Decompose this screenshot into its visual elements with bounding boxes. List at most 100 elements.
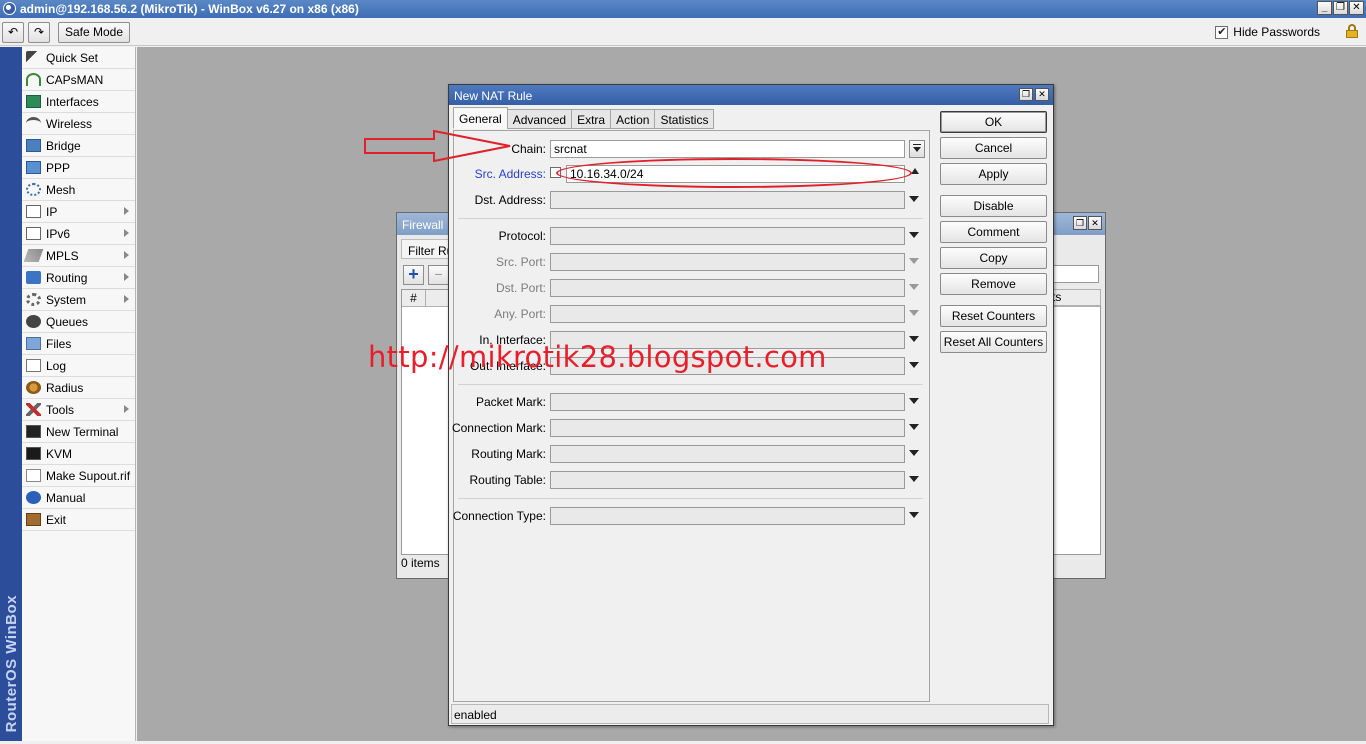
in-interface-dropdown[interactable]	[909, 336, 919, 342]
blog-watermark: http://mikrotik28.blogspot.com	[368, 340, 827, 374]
sidebar-item-label: CAPsMAN	[46, 72, 104, 87]
sidebar-item-wireless[interactable]: Wireless	[22, 113, 135, 135]
sidebar-item-label: KVM	[46, 446, 73, 461]
dst-address-field[interactable]	[550, 191, 905, 209]
routing-table-dropdown[interactable]	[909, 476, 919, 482]
chain-dropdown-button[interactable]	[909, 140, 925, 158]
connection-mark-field[interactable]	[550, 419, 905, 437]
close-button[interactable]: ✕	[1349, 1, 1364, 15]
protocol-dropdown[interactable]	[909, 232, 919, 238]
dst-port-field	[550, 279, 905, 297]
nat-close-button[interactable]: ✕	[1035, 88, 1049, 101]
sidebar-item-label: System	[46, 292, 87, 307]
tab-general[interactable]: General	[453, 107, 508, 129]
maximize-button[interactable]: ❐	[1333, 1, 1348, 15]
separator	[458, 218, 923, 219]
sidebar-item-system[interactable]: System	[22, 289, 135, 311]
monitor-icon	[26, 447, 41, 460]
separator	[458, 498, 923, 499]
sidebar-item-radius[interactable]: Radius	[22, 377, 135, 399]
firewall-maximize-button[interactable]: ❐	[1073, 216, 1087, 230]
undo-button[interactable]: ↶	[2, 22, 24, 43]
apply-button[interactable]: Apply	[940, 163, 1047, 185]
nat-window-controls: ❐ ✕	[1019, 88, 1049, 101]
sidebar-item-manual[interactable]: Manual	[22, 487, 135, 509]
sidebar-item-exit[interactable]: Exit	[22, 509, 135, 531]
sidebar-item-ipv6[interactable]: IPv6	[22, 223, 135, 245]
nat-status-bar: enabled	[451, 704, 1049, 724]
wifi-icon	[26, 117, 41, 130]
connection-type-dropdown[interactable]	[909, 512, 919, 518]
sidebar-item-quick-set[interactable]: Quick Set	[22, 47, 135, 69]
sidebar-item-capsman[interactable]: CAPsMAN	[22, 69, 135, 91]
sidebar-item-label: Interfaces	[46, 94, 99, 109]
connection-type-field[interactable]	[550, 507, 905, 525]
submenu-arrow-icon	[124, 295, 129, 303]
packet-mark-field[interactable]	[550, 393, 905, 411]
separator	[458, 384, 923, 385]
comment-button[interactable]: Comment	[940, 221, 1047, 243]
tab-action[interactable]: Action	[610, 109, 656, 129]
sidebar-item-label: Bridge	[46, 138, 81, 153]
reset-all-counters-button[interactable]: Reset All Counters	[940, 331, 1047, 353]
tab-statistics[interactable]: Statistics	[654, 109, 715, 129]
protocol-field[interactable]	[550, 227, 905, 245]
sidebar-item-ppp[interactable]: PPP	[22, 157, 135, 179]
out-interface-dropdown[interactable]	[909, 362, 919, 368]
src-address-collapse-arrow[interactable]	[911, 168, 919, 174]
minimize-button[interactable]: _	[1317, 1, 1332, 15]
protocol-label: Protocol:	[498, 229, 546, 243]
sidebar-item-bridge[interactable]: Bridge	[22, 135, 135, 157]
add-rule-button[interactable]: +	[403, 265, 424, 285]
submenu-arrow-icon	[124, 405, 129, 413]
column-right-header[interactable]: ts	[1049, 289, 1101, 306]
connection-mark-row: Connection Mark:	[452, 419, 931, 437]
sidebar-item-mesh[interactable]: Mesh	[22, 179, 135, 201]
sidebar-item-log[interactable]: Log	[22, 355, 135, 377]
sidebar-item-mpls[interactable]: MPLS	[22, 245, 135, 267]
wand-icon	[26, 51, 41, 64]
routing-mark-field[interactable]	[550, 445, 905, 463]
submenu-arrow-icon	[124, 229, 129, 237]
firewall-close-button[interactable]: ✕	[1088, 216, 1102, 230]
nat-tabs: General Advanced Extra Action Statistics	[453, 107, 715, 129]
chain-field[interactable]: srcnat	[550, 140, 905, 158]
dst-port-row: Dst. Port:	[454, 279, 931, 297]
sidebar-item-files[interactable]: Files	[22, 333, 135, 355]
routing-table-field[interactable]	[550, 471, 905, 489]
routing-mark-row: Routing Mark:	[454, 445, 931, 463]
redo-button[interactable]: ↷	[28, 22, 50, 43]
sidebar-item-queues[interactable]: Queues	[22, 311, 135, 333]
sidebar-item-interfaces[interactable]: Interfaces	[22, 91, 135, 113]
chain-label: Chain:	[511, 142, 546, 156]
tab-extra[interactable]: Extra	[571, 109, 612, 129]
routing-mark-dropdown[interactable]	[909, 450, 919, 456]
connection-mark-dropdown[interactable]	[909, 424, 919, 430]
sidebar-item-ip[interactable]: IP	[22, 201, 135, 223]
sidebar-item-tools[interactable]: Tools	[22, 399, 135, 421]
remove-rule-button[interactable]: −	[428, 265, 449, 285]
sidebar-item-make-supout-rif[interactable]: Make Supout.rif	[22, 465, 135, 487]
ok-button[interactable]: OK	[940, 111, 1047, 133]
hide-passwords-label: Hide Passwords	[1233, 25, 1320, 39]
dst-address-dropdown[interactable]	[909, 196, 919, 202]
reset-counters-button[interactable]: Reset Counters	[940, 305, 1047, 327]
disable-button[interactable]: Disable	[940, 195, 1047, 217]
sidebar-item-label: Files	[46, 336, 72, 351]
remove-button[interactable]: Remove	[940, 273, 1047, 295]
any-port-dropdown	[909, 310, 919, 316]
copy-button[interactable]: Copy	[940, 247, 1047, 269]
cancel-button[interactable]: Cancel	[940, 137, 1047, 159]
tab-advanced[interactable]: Advanced	[506, 109, 573, 129]
column-number[interactable]: #	[402, 290, 426, 307]
sidebar-item-routing[interactable]: Routing	[22, 267, 135, 289]
safe-mode-button[interactable]: Safe Mode	[58, 22, 130, 43]
sidebar-item-kvm[interactable]: KVM	[22, 443, 135, 465]
packet-mark-dropdown[interactable]	[909, 398, 919, 404]
sidebar-item-new-terminal[interactable]: New Terminal	[22, 421, 135, 443]
sidebar-item-label: Make Supout.rif	[46, 468, 131, 483]
firewall-filter-dropdown[interactable]	[1049, 265, 1099, 283]
hide-passwords-toggle[interactable]: Hide Passwords	[1215, 25, 1320, 39]
nat-maximize-button[interactable]: ❐	[1019, 88, 1033, 101]
hide-passwords-checkbox[interactable]	[1215, 25, 1229, 39]
